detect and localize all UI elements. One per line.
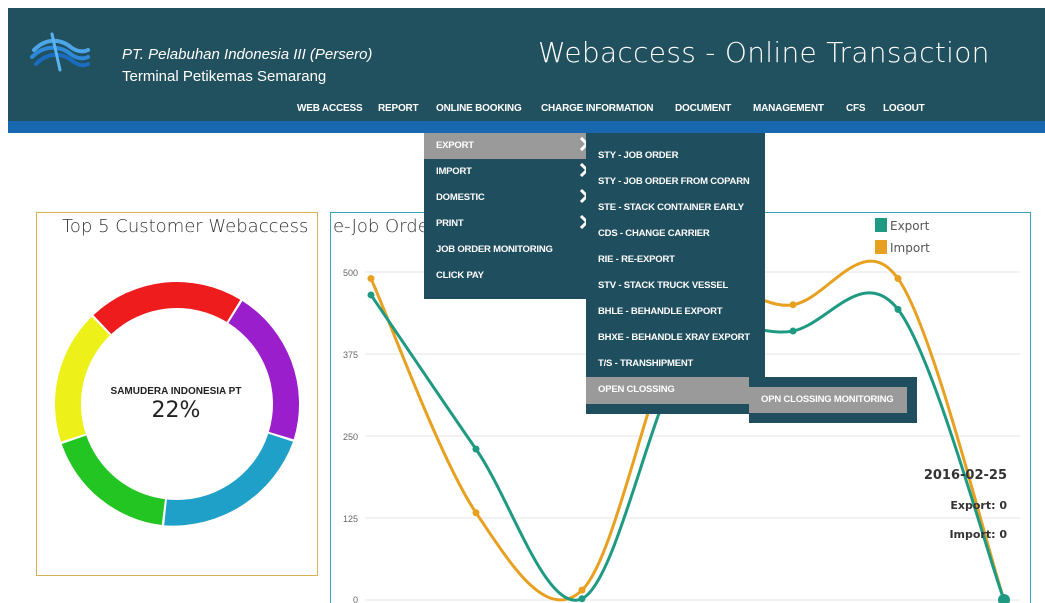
open-clossing-submenu: OPN CLOSSING MONITORING: [749, 377, 917, 423]
menu-open-clossing[interactable]: OPEN CLOSSING: [586, 377, 751, 404]
export-submenu: STY - JOB ORDER STY - JOB ORDER FROM COP…: [586, 133, 765, 414]
menu-stv-stack-truck-vessel[interactable]: STV - STACK TRUCK VESSEL: [586, 273, 765, 299]
menu-ste-stack-container-early[interactable]: STE - STACK CONTAINER EARLY: [586, 195, 765, 221]
menu-sty-job-order-coparn[interactable]: STY - JOB ORDER FROM COPARN: [586, 169, 765, 195]
menu-click-pay[interactable]: CLICK PAY: [424, 263, 595, 289]
data-point-import[interactable]: [894, 275, 902, 283]
data-point-import[interactable]: [789, 301, 797, 309]
legend-import-swatch: [875, 240, 887, 254]
y-tick-125: 125: [342, 514, 358, 524]
data-point-export[interactable]: [472, 445, 480, 453]
y-tick-0: 0: [352, 595, 358, 603]
y-tick-500: 500: [342, 268, 358, 278]
data-point-import[interactable]: [472, 509, 480, 517]
menu-bhle-behandle-export[interactable]: BHLE - BEHANDLE EXPORT: [586, 299, 765, 325]
menu-sty-job-order[interactable]: STY - JOB ORDER: [586, 143, 765, 169]
menu-opn-clossing-monitoring[interactable]: OPN CLOSSING MONITORING: [749, 387, 907, 413]
legend-export-swatch: [875, 218, 887, 232]
menu-export[interactable]: EXPORT: [424, 133, 595, 159]
data-point-import[interactable]: [367, 275, 375, 283]
job-order-line-chart: [365, 259, 1020, 603]
data-point-import[interactable]: [578, 586, 586, 594]
y-tick-375: 375: [342, 350, 358, 360]
online-booking-menu: EXPORT IMPORT DOMESTIC PRINT JOB ORDER M…: [424, 133, 595, 299]
y-tick-250: 250: [342, 432, 358, 442]
data-point-export[interactable]: [789, 327, 797, 335]
menu-cds-change-carrier[interactable]: CDS - CHANGE CARRIER: [586, 221, 765, 247]
menu-bhxe-behandle-xray-export[interactable]: BHXE - BEHANDLE XRAY EXPORT: [586, 325, 765, 351]
menu-rie-re-export[interactable]: RIE - RE-EXPORT: [586, 247, 765, 273]
data-point-export[interactable]: [894, 305, 902, 313]
data-point-export[interactable]: [998, 594, 1010, 603]
data-point-export[interactable]: [367, 291, 375, 299]
tooltip-date: 2016-02-25: [923, 468, 1007, 483]
data-point-export[interactable]: [578, 595, 586, 603]
menu-print[interactable]: PRINT: [424, 211, 595, 237]
menu-import[interactable]: IMPORT: [424, 159, 595, 185]
tooltip-export: Export: 0: [950, 499, 1007, 512]
legend-import-label: Import: [890, 241, 930, 255]
legend-export-label: Export: [890, 219, 930, 233]
menu-domestic[interactable]: DOMESTIC: [424, 185, 595, 211]
tooltip-import: Import: 0: [949, 528, 1007, 541]
menu-job-order-monitoring[interactable]: JOB ORDER MONITORING: [424, 237, 595, 263]
menu-ts-transhipment[interactable]: T/S - TRANSHIPMENT: [586, 351, 765, 377]
